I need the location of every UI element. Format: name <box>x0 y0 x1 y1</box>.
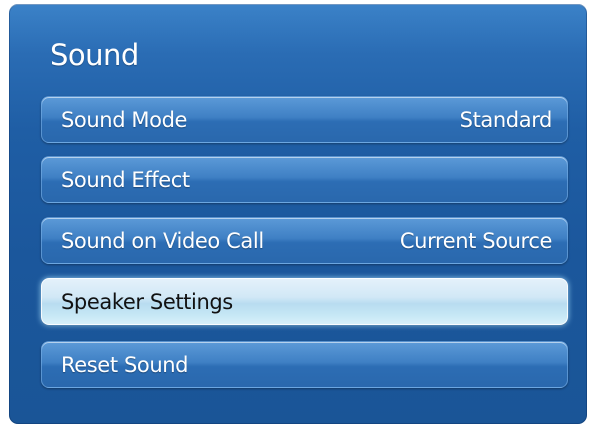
menu-item-sound-effect[interactable]: Sound Effect <box>41 156 568 203</box>
menu-item-label: Reset Sound <box>61 352 189 377</box>
menu-item-label: Sound on Video Call <box>61 228 264 253</box>
menu-item-value: Current Source <box>399 228 552 253</box>
menu-item-reset-sound[interactable]: Reset Sound <box>41 341 568 388</box>
menu-item-sound-mode[interactable]: Sound Mode Standard <box>41 96 568 143</box>
sound-menu-panel: Sound Sound Mode Standard Sound Effect S… <box>9 4 587 424</box>
menu-item-label: Sound Mode <box>61 107 188 132</box>
menu-item-label: Sound Effect <box>61 167 190 192</box>
menu-item-label: Speaker Settings <box>61 289 233 314</box>
menu-title: Sound <box>50 38 139 72</box>
menu-item-value: Standard <box>459 107 553 132</box>
menu-item-speaker-settings[interactable]: Speaker Settings <box>41 278 568 325</box>
menu-item-sound-on-video-call[interactable]: Sound on Video Call Current Source <box>41 217 568 264</box>
